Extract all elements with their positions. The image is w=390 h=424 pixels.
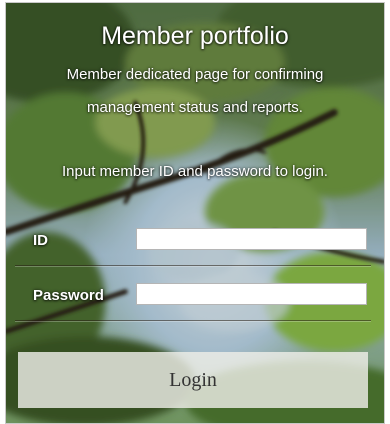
description-line-2: management status and reports. — [87, 99, 303, 116]
login-button[interactable]: Login — [18, 352, 368, 408]
description-line-1: Member dedicated page for confirming — [66, 66, 324, 83]
divider — [15, 320, 371, 322]
password-field[interactable] — [136, 283, 367, 305]
password-label: Password — [33, 287, 104, 304]
page-title: Member portfolio — [101, 22, 289, 50]
id-field[interactable] — [136, 228, 367, 250]
divider — [15, 265, 371, 267]
id-label: ID — [33, 232, 48, 249]
login-instruction: Input member ID and password to login. — [62, 163, 328, 180]
login-panel: Member portfolio Member dedicated page f… — [5, 2, 385, 424]
panel-content: Member portfolio Member dedicated page f… — [6, 3, 384, 423]
